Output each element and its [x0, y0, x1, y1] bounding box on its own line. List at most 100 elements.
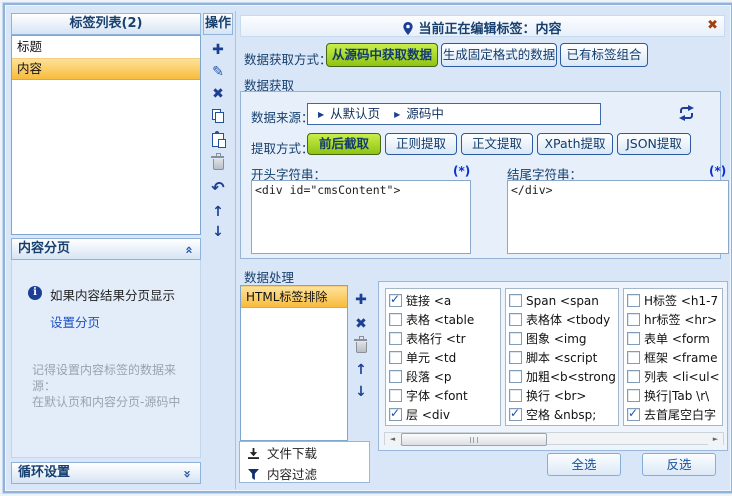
main-title-wrap: 当前正在编辑标签：内容 [241, 18, 724, 37]
exclude-option[interactable]: 图象 <img [506, 329, 618, 348]
scrollbar-thumb[interactable] [401, 433, 547, 446]
undo-icon[interactable]: ↶ [203, 181, 233, 195]
extract-body-button[interactable]: 正文提取 [461, 133, 533, 155]
move-up-icon[interactable]: ↑ [348, 363, 374, 377]
start-required-mark: (*) [453, 164, 470, 178]
extract-before-after-button[interactable]: 前后截取 [307, 133, 381, 155]
exclude-option[interactable]: 脚本 <script [506, 348, 618, 367]
end-string-input[interactable]: </div> [507, 180, 729, 254]
checkbox-icon[interactable] [627, 332, 640, 345]
delete-icon[interactable]: ✖ [348, 317, 374, 331]
checkbox-icon[interactable] [389, 408, 402, 421]
copy-icon[interactable] [203, 109, 233, 122]
checkbox-icon[interactable] [389, 389, 402, 402]
fetch-mode-label: 数据获取方式： [244, 49, 332, 68]
double-chevron-down-icon[interactable]: « [178, 470, 198, 478]
add-icon[interactable]: ✚ [203, 43, 233, 57]
exclude-option[interactable]: 框架 <frame [624, 348, 722, 367]
extract-xpath-button[interactable]: XPath提取 [537, 133, 613, 155]
checkbox-icon[interactable] [389, 313, 402, 326]
checkbox-icon[interactable] [509, 294, 522, 307]
exclude-option[interactable]: 单元 <td [386, 348, 500, 367]
operations-toolbar: ✚ ✎ ✖ ↶ ↑ ↓ [203, 35, 233, 235]
exclude-option[interactable]: 换行|Tab \r\ [624, 386, 722, 405]
exclude-option[interactable]: 段落 <p [386, 367, 500, 386]
checkbox-icon[interactable] [389, 370, 402, 383]
data-source-value[interactable]: ▶从默认页 ▶源码中 [307, 103, 601, 125]
scroll-left-icon[interactable]: ◄ [385, 433, 400, 446]
exclude-option[interactable]: hr标签 <hr> [624, 310, 722, 329]
step-arrow-icon: ▶ [394, 110, 400, 119]
start-string-input[interactable]: <div id="cmsContent"> [251, 180, 471, 254]
exclude-option[interactable]: 表格行 <tr [386, 329, 500, 348]
scroll-right-icon[interactable]: ► [708, 433, 723, 446]
fetch-mode-tag-combo-button[interactable]: 已有标签组合 [560, 43, 648, 67]
delete-icon[interactable]: ✖ [203, 87, 233, 101]
exclude-option[interactable]: 去首尾空白字 [624, 405, 722, 424]
exclude-option[interactable]: 表格 <table [386, 310, 500, 329]
set-pagination-link[interactable]: 设置分页 [50, 312, 100, 331]
tag-list-item-title[interactable]: 标题 [12, 36, 200, 58]
exclude-option[interactable]: H标签 <h1-7 [624, 291, 722, 310]
refresh-icon[interactable] [677, 105, 696, 121]
checkbox-icon[interactable] [627, 370, 640, 383]
exclude-column-1: 链接 <a表格 <table表格行 <tr单元 <td段落 <p字体 <font… [385, 288, 501, 426]
process-list-toolbar: ✚ ✖ ↑ ↓ [348, 285, 374, 441]
exclude-option[interactable]: 层 <div [386, 405, 500, 424]
exclude-column-2: Span <span表格体 <tbody图象 <img脚本 <script 加粗<… [505, 288, 619, 426]
exclude-option[interactable]: 列表 <li<ul< [624, 367, 722, 386]
exclude-option[interactable]: 链接 <a [386, 291, 500, 310]
select-all-button[interactable]: 全选 [547, 453, 621, 476]
close-icon[interactable]: ✖ [707, 18, 718, 33]
pagination-panel-header[interactable]: 内容分页 « [11, 238, 201, 260]
tag-list-item-content[interactable]: 内容 [12, 58, 200, 80]
move-up-icon[interactable]: ↑ [203, 205, 233, 219]
horizontal-scrollbar[interactable]: ◄ ► [384, 432, 724, 445]
checkbox-icon[interactable] [627, 408, 640, 421]
content-filter-item[interactable]: 内容过滤 [240, 463, 369, 484]
exclude-option[interactable]: 字体 <font [386, 386, 500, 405]
move-down-icon[interactable]: ↓ [203, 225, 233, 239]
move-down-icon[interactable]: ↓ [348, 385, 374, 399]
checkbox-icon[interactable] [509, 332, 522, 345]
trash-icon[interactable] [203, 156, 233, 170]
paste-icon[interactable] [203, 131, 233, 147]
exclude-option[interactable]: Span <span [506, 291, 618, 310]
checkbox-icon[interactable] [509, 370, 522, 383]
invert-selection-button[interactable]: 反选 [642, 453, 716, 476]
fetch-mode-fixed-format-button[interactable]: 生成固定格式的数据 [441, 43, 557, 67]
exclude-option-label: 框架 <frame [644, 349, 717, 366]
exclude-option-label: 链接 <a [406, 292, 451, 309]
tag-list-header: 标签列表(2) [11, 13, 201, 35]
edit-icon[interactable]: ✎ [203, 65, 233, 79]
checkbox-icon[interactable] [509, 408, 522, 421]
checkbox-icon[interactable] [627, 389, 640, 402]
checkbox-icon[interactable] [627, 351, 640, 364]
exclude-option-label: 脚本 <script [526, 349, 597, 366]
checkbox-icon[interactable] [389, 332, 402, 345]
exclude-option-label: 加粗<b<strong [526, 368, 616, 385]
add-icon[interactable]: ✚ [348, 293, 374, 307]
checkbox-icon[interactable] [509, 313, 522, 326]
file-download-item[interactable]: 文件下载 [240, 442, 369, 463]
checkbox-icon[interactable] [509, 389, 522, 402]
trash-icon[interactable] [348, 339, 374, 353]
exclude-option[interactable]: 表单 <form [624, 329, 722, 348]
checkbox-icon[interactable] [509, 351, 522, 364]
extract-json-button[interactable]: JSON提取 [617, 133, 691, 155]
double-chevron-up-icon[interactable]: « [178, 246, 198, 254]
exclude-option-label: 表格体 <tbody [526, 311, 610, 328]
checkbox-icon[interactable] [627, 294, 640, 307]
extract-regex-button[interactable]: 正则提取 [385, 133, 457, 155]
exclude-option[interactable]: 表格体 <tbody [506, 310, 618, 329]
exclude-option[interactable]: 加粗<b<strong [506, 367, 618, 386]
checkbox-icon[interactable] [389, 351, 402, 364]
exclude-option[interactable]: 空格 &nbsp; [506, 405, 618, 424]
checkbox-icon[interactable] [627, 313, 640, 326]
exclude-option[interactable]: 换行 <br> [506, 386, 618, 405]
process-list-item-html-exclude[interactable]: HTML标签排除 [241, 286, 347, 308]
operations-header: 操作 [203, 13, 233, 35]
checkbox-icon[interactable] [389, 294, 402, 307]
fetch-mode-from-source-button[interactable]: 从源码中获取数据 [326, 43, 438, 67]
loop-panel-header[interactable]: 循环设置 « [11, 462, 201, 484]
